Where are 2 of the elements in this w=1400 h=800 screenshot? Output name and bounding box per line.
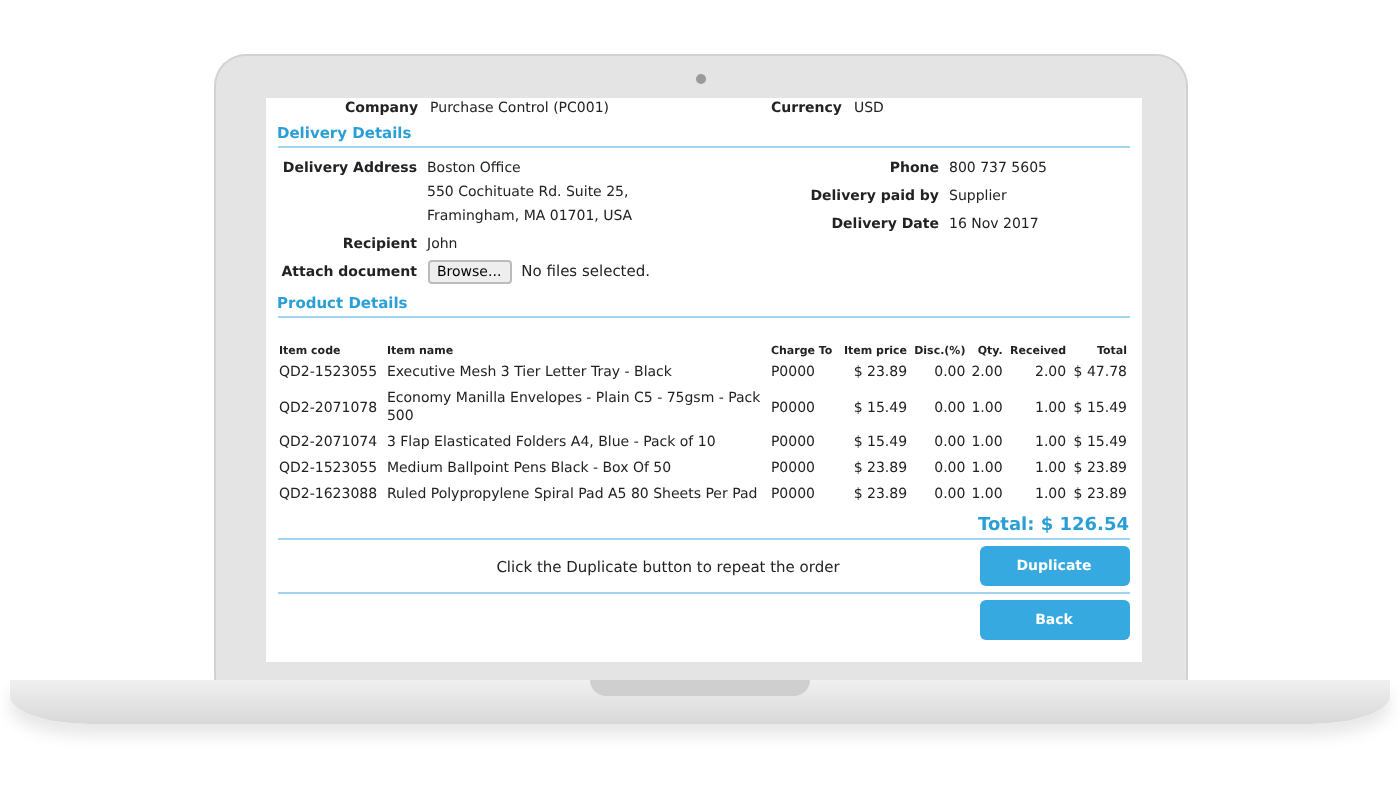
- order-total: Total: $ 126.54: [978, 516, 1129, 536]
- camera-icon: [696, 74, 706, 84]
